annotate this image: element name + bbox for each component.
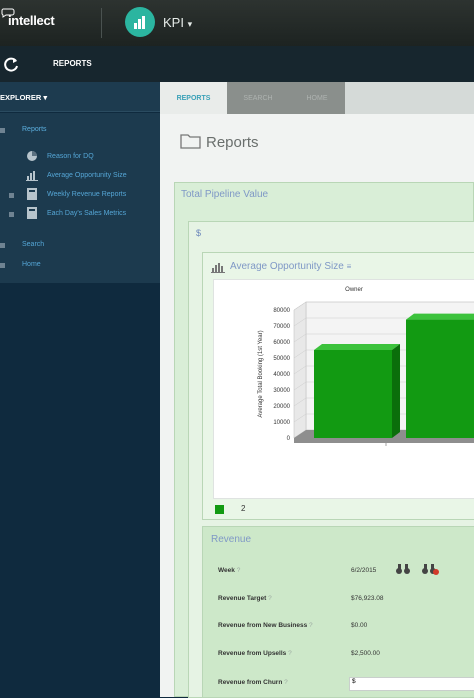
sidebar: EXPLORER ▾ Reports Reason for DQ Average… <box>0 82 160 697</box>
help-icon[interactable]: ? <box>288 650 292 657</box>
y-tick-label: 80000 <box>273 308 290 314</box>
sidebar-item-each-days-sales-metrics[interactable]: Each Day's Sales Metrics <box>47 210 126 217</box>
sidebar-item-home[interactable]: Home <box>22 261 41 268</box>
y-tick-label: 60000 <box>273 340 290 346</box>
help-icon[interactable]: ? <box>237 567 241 574</box>
section-title: REPORTS <box>53 59 92 68</box>
bar-chart: Owner Average Total Booking (1st Year) 800… <box>213 279 474 499</box>
app-name: KPI <box>163 15 184 30</box>
speech-bubble-icon <box>1 8 15 18</box>
tab-reports[interactable]: REPORTS <box>160 82 227 114</box>
bar <box>406 319 474 438</box>
y-tick-label: 50000 <box>273 356 290 362</box>
tree-node-icon <box>0 128 5 133</box>
bar-chart-icon <box>26 171 38 181</box>
bar-chart-icon <box>211 263 225 273</box>
row-label: Week ? <box>218 567 240 574</box>
calculator-icon <box>27 188 37 200</box>
average-opportunity-size-widget: Average Opportunity Size ≡ Owner Average … <box>202 252 474 520</box>
refresh-icon[interactable] <box>2 55 20 73</box>
page-title: Reports <box>206 134 259 151</box>
y-tick-label: 70000 <box>273 324 290 330</box>
chart-legend: 2 <box>215 501 474 519</box>
reports-panel: Reports Total Pipeline Value $ Average O… <box>160 114 474 698</box>
bar-chart-icon <box>134 16 145 29</box>
app-logo[interactable]: intellect <box>1 8 55 28</box>
y-tick-label: 20000 <box>273 404 290 410</box>
revenue-title: Revenue <box>211 534 252 545</box>
pie-chart-icon <box>27 151 37 161</box>
help-icon[interactable]: ? <box>309 622 313 629</box>
explorer-header[interactable]: EXPLORER ▾ <box>0 82 160 112</box>
row-label: Revenue from Upsells ? <box>218 650 292 657</box>
section-bar: REPORTS <box>0 46 474 82</box>
sidebar-item-reason-for-dq[interactable]: Reason for DQ <box>47 153 94 160</box>
menu-icon[interactable]: ≡ <box>347 262 352 271</box>
revenue-churn-input[interactable]: $ <box>349 677 474 691</box>
y-tick-label: 40000 <box>273 372 290 378</box>
explorer-label: EXPLORER ▾ <box>0 93 48 102</box>
chart-canvas: Owner Average Total Booking (1st Year) 800… <box>258 287 474 446</box>
calculator-icon <box>27 207 37 219</box>
revenue-new-business-value: $0.00 <box>351 622 368 629</box>
help-icon[interactable]: ? <box>268 595 272 602</box>
widget-title-text: Average Opportunity Size <box>230 261 344 272</box>
revenue-target-label: Revenue Target <box>218 595 267 602</box>
row-label: Revenue Target ? <box>218 595 272 602</box>
explorer-tree: Reports Reason for DQ Average Opportunit… <box>0 113 160 283</box>
top-bar: intellect KPI ▾ <box>0 0 474 46</box>
binoculars-icon[interactable] <box>395 562 411 576</box>
main-area: REPORTS SEARCH HOME Reports Total Pipeli… <box>160 82 474 698</box>
tab-search[interactable]: SEARCH <box>227 82 289 114</box>
chevron-down-icon: ▾ <box>187 19 193 29</box>
app-switcher[interactable]: KPI ▾ <box>163 15 192 30</box>
week-label: Week <box>218 567 235 574</box>
bar-side <box>392 344 400 438</box>
binoculars-clear-icon[interactable] <box>421 562 439 576</box>
sidebar-item-search[interactable]: Search <box>22 241 44 248</box>
y-axis-label: Average Total Booking (1st Year) <box>258 330 264 417</box>
help-icon[interactable]: ? <box>284 679 288 686</box>
bar-top <box>406 313 474 320</box>
revenue-churn-label: Revenue from Churn <box>218 679 283 686</box>
revenue-upsells-value: $2,500.00 <box>351 650 380 657</box>
divider <box>101 8 102 38</box>
sidebar-item-reports[interactable]: Reports <box>22 126 47 133</box>
kpi-app-icon[interactable] <box>125 7 155 37</box>
legend-label: 2 <box>241 504 246 513</box>
tree-node-icon <box>0 263 5 268</box>
week-value: 6/2/2015 <box>351 567 377 574</box>
revenue-upsells-label: Revenue from Upsells <box>218 650 287 657</box>
currency-label: $ <box>196 228 202 238</box>
currency-group: $ Average Opportunity Size ≡ Owner Averag… <box>188 221 474 698</box>
revenue-new-business-label: Revenue from New Business <box>218 622 308 629</box>
y-tick-label: 10000 <box>273 420 290 426</box>
tree-node-icon <box>9 212 14 217</box>
total-pipeline-title: Total Pipeline Value <box>181 189 269 200</box>
row-label: Revenue from New Business ? <box>218 622 313 629</box>
row-label: Revenue from Churn ? <box>218 679 288 686</box>
tree-node-icon <box>9 193 14 198</box>
sidebar-item-weekly-revenue-reports[interactable]: Weekly Revenue Reports <box>47 191 126 198</box>
total-pipeline-value-panel: Total Pipeline Value $ Average Opportuni… <box>174 182 474 698</box>
tree-node-icon <box>0 243 5 248</box>
widget-title: Average Opportunity Size ≡ <box>230 261 351 272</box>
tab-home[interactable]: HOME <box>289 82 345 114</box>
sidebar-item-average-opportunity-size[interactable]: Average Opportunity Size <box>47 172 127 179</box>
revenue-target-value: $76,923.08 <box>351 595 384 602</box>
bar <box>314 350 392 438</box>
folder-icon <box>180 134 201 149</box>
bar-top <box>314 344 400 350</box>
revenue-widget: Revenue Week ? 6/2/2015 Revenue Target ?… <box>202 526 474 698</box>
legend-swatch <box>215 505 224 514</box>
chart-title: Owner <box>345 287 363 293</box>
y-tick-label: 0 <box>287 436 291 442</box>
y-tick-label: 30000 <box>273 388 290 394</box>
